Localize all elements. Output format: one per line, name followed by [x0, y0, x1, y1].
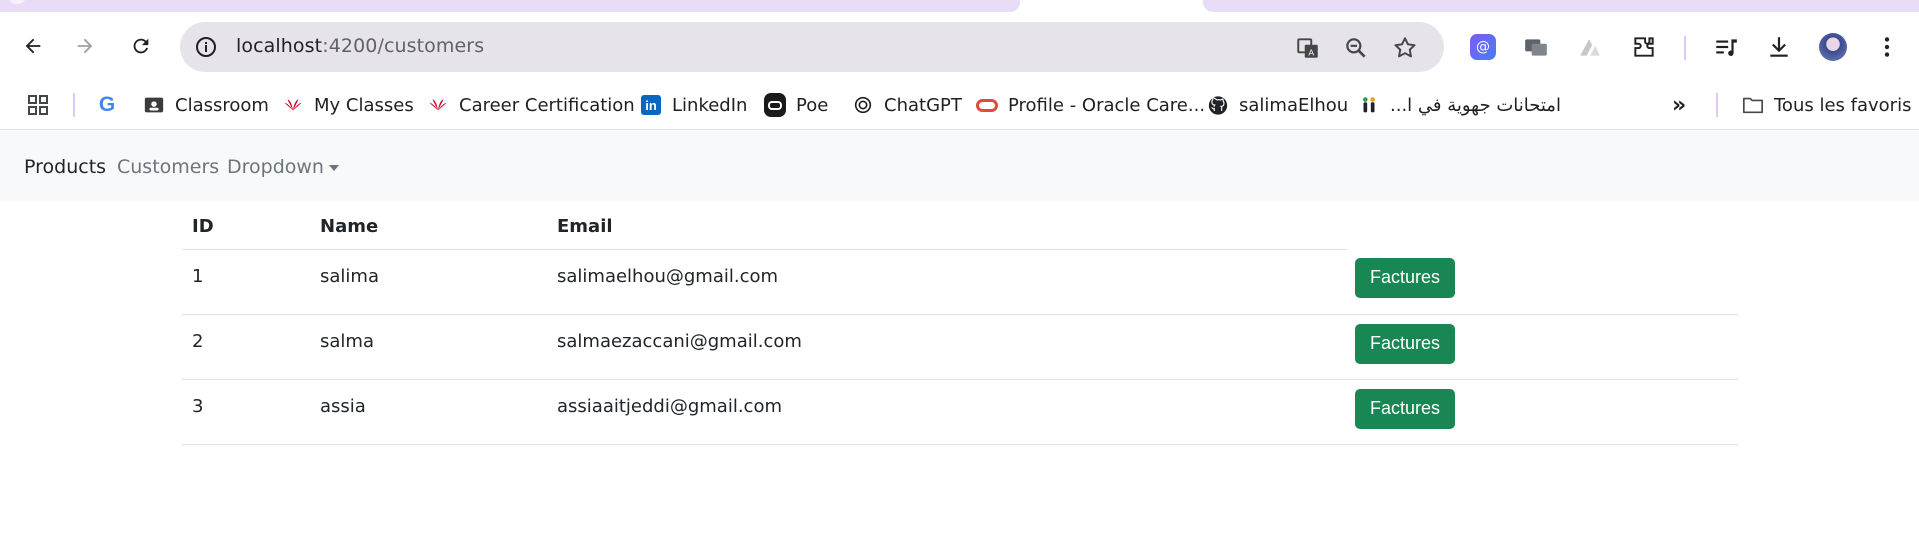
- huawei-icon: [282, 94, 304, 116]
- profile-avatar[interactable]: [1819, 33, 1847, 61]
- download-icon[interactable]: [1765, 33, 1793, 61]
- table-row: 2 salma salmaezaccani@gmail.com Factures: [182, 313, 1738, 379]
- all-bookmarks-label: Tous les favoris: [1774, 94, 1912, 116]
- chatgpt-icon: [852, 94, 874, 116]
- bookmark-label: Profile - Oracle Care...: [1008, 94, 1206, 116]
- bookmark-label: Career Certification: [459, 94, 635, 116]
- bookmark-label: LinkedIn: [672, 94, 748, 116]
- menu-kebab-icon[interactable]: [1873, 33, 1901, 61]
- oracle-icon: [976, 94, 998, 116]
- star-icon[interactable]: [1392, 35, 1418, 61]
- github-icon: [1207, 94, 1229, 116]
- arrow-left-icon: [25, 38, 41, 54]
- bookmark-label: Classroom: [175, 94, 269, 116]
- cell-id: 3: [182, 378, 310, 445]
- cell-email: salimaelhou@gmail.com: [547, 248, 1347, 314]
- classroom-icon: [143, 94, 165, 116]
- bookmark-poe[interactable]: Poe: [764, 90, 828, 120]
- zoom-icon[interactable]: [1343, 35, 1369, 61]
- cell-email: assiaaitjeddi@gmail.com: [547, 378, 1347, 445]
- bookmark-linkedin[interactable]: in LinkedIn: [640, 90, 747, 120]
- reload-button[interactable]: [127, 32, 155, 60]
- nav-customers[interactable]: Customers: [117, 156, 219, 178]
- extension-screens-icon[interactable]: [1522, 33, 1550, 61]
- svg-text:A: A: [1308, 48, 1314, 58]
- bookmark-label: امتحانات جهوية في ا...: [1390, 94, 1561, 116]
- table-row: 1 salima salimaelhou@gmail.com Factures: [182, 248, 1738, 314]
- translate-icon[interactable]: A: [1295, 35, 1321, 61]
- cell-id: 1: [182, 248, 310, 314]
- forward-button[interactable]: [71, 32, 99, 60]
- cell-id: 2: [182, 313, 310, 379]
- bookmarks-bar: G Classroom My Classes Career Certificat…: [0, 80, 1919, 130]
- tab-background-right[interactable]: [1203, 0, 1919, 12]
- bookmarks-separator: [73, 93, 75, 117]
- tab-strip: [0, 0, 1919, 12]
- url-text[interactable]: localhost:4200/customers: [236, 35, 484, 57]
- url-host: localhost: [236, 35, 323, 57]
- huawei-icon: [427, 94, 449, 116]
- customers-table: ID Name Email 1 salima salimaelhou@gmail…: [182, 202, 1738, 445]
- reload-icon: [133, 38, 149, 54]
- nav-dropdown[interactable]: Dropdown: [227, 156, 339, 178]
- header-email: Email: [557, 216, 613, 237]
- all-bookmarks-folder[interactable]: Tous les favoris: [1742, 90, 1911, 120]
- bookmark-label: My Classes: [314, 94, 414, 116]
- site-info-icon[interactable]: [194, 35, 218, 59]
- caret-down-icon: [328, 164, 339, 171]
- folder-icon: [1742, 94, 1764, 116]
- tab-favicon: [8, 0, 26, 4]
- bookmark-oracle-profile[interactable]: Profile - Oracle Care...: [976, 90, 1205, 120]
- header-name: Name: [320, 216, 379, 237]
- table-header-row: ID Name Email: [182, 202, 1738, 249]
- bookmark-classroom[interactable]: Classroom: [143, 90, 269, 120]
- cell-name: salima: [310, 248, 547, 314]
- header-id: ID: [192, 216, 214, 237]
- extension-triangle-icon[interactable]: [1576, 33, 1604, 61]
- bookmark-github[interactable]: salimaElhou: [1207, 90, 1348, 120]
- nav-products[interactable]: Products: [24, 156, 106, 178]
- people-icon: [1358, 94, 1380, 116]
- bookmark-career-certification[interactable]: Career Certification: [427, 90, 635, 120]
- cell-action: Factures: [1347, 378, 1738, 445]
- media-queue-icon[interactable]: [1712, 33, 1740, 61]
- extensions-puzzle-icon[interactable]: [1630, 33, 1658, 61]
- app-navbar: Products Customers Dropdown: [0, 131, 1919, 201]
- bookmark-my-classes[interactable]: My Classes: [282, 90, 414, 120]
- linkedin-icon: in: [640, 94, 662, 116]
- url-path: :4200/customers: [322, 35, 485, 57]
- tab-background-left[interactable]: [0, 0, 1020, 12]
- google-icon: G: [98, 93, 116, 116]
- customers-table-container: ID Name Email 1 salima salimaelhou@gmail…: [182, 202, 1738, 445]
- bookmarks-separator: [1716, 93, 1718, 117]
- table-row: 3 assia assiaaitjeddi@gmail.com Factures: [182, 378, 1738, 445]
- bookmark-label: salimaElhou: [1239, 94, 1349, 116]
- cell-action: Factures: [1347, 313, 1738, 379]
- more-bookmarks-chevron-icon[interactable]: »: [1672, 90, 1686, 120]
- browser-toolbar: localhost:4200/customers A @: [0, 12, 1919, 80]
- factures-button[interactable]: Factures: [1355, 323, 1456, 364]
- extension-copilot-icon[interactable]: @: [1469, 33, 1497, 61]
- cell-email: salmaezaccani@gmail.com: [547, 313, 1347, 379]
- bookmark-arabic-exams[interactable]: امتحانات جهوية في ا...: [1358, 90, 1561, 120]
- factures-button[interactable]: Factures: [1355, 258, 1456, 298]
- bookmark-chatgpt[interactable]: ChatGPT: [852, 90, 962, 120]
- back-button[interactable]: [19, 32, 47, 60]
- address-bar[interactable]: localhost:4200/customers A: [180, 22, 1444, 72]
- google-bookmark[interactable]: G: [96, 90, 128, 120]
- bookmark-label: ChatGPT: [884, 94, 962, 116]
- cell-name: salma: [310, 313, 547, 379]
- cell-action: Factures: [1347, 249, 1738, 314]
- nav-dropdown-label: Dropdown: [227, 156, 324, 178]
- poe-icon: [764, 93, 786, 117]
- cell-name: assia: [310, 378, 547, 445]
- factures-button[interactable]: Factures: [1355, 388, 1456, 429]
- header-actions: [1347, 202, 1738, 249]
- bookmark-label: Poe: [796, 94, 829, 116]
- toolbar-separator: [1684, 36, 1686, 60]
- apps-grid-icon[interactable]: [26, 90, 50, 120]
- arrow-right-icon: [77, 38, 93, 54]
